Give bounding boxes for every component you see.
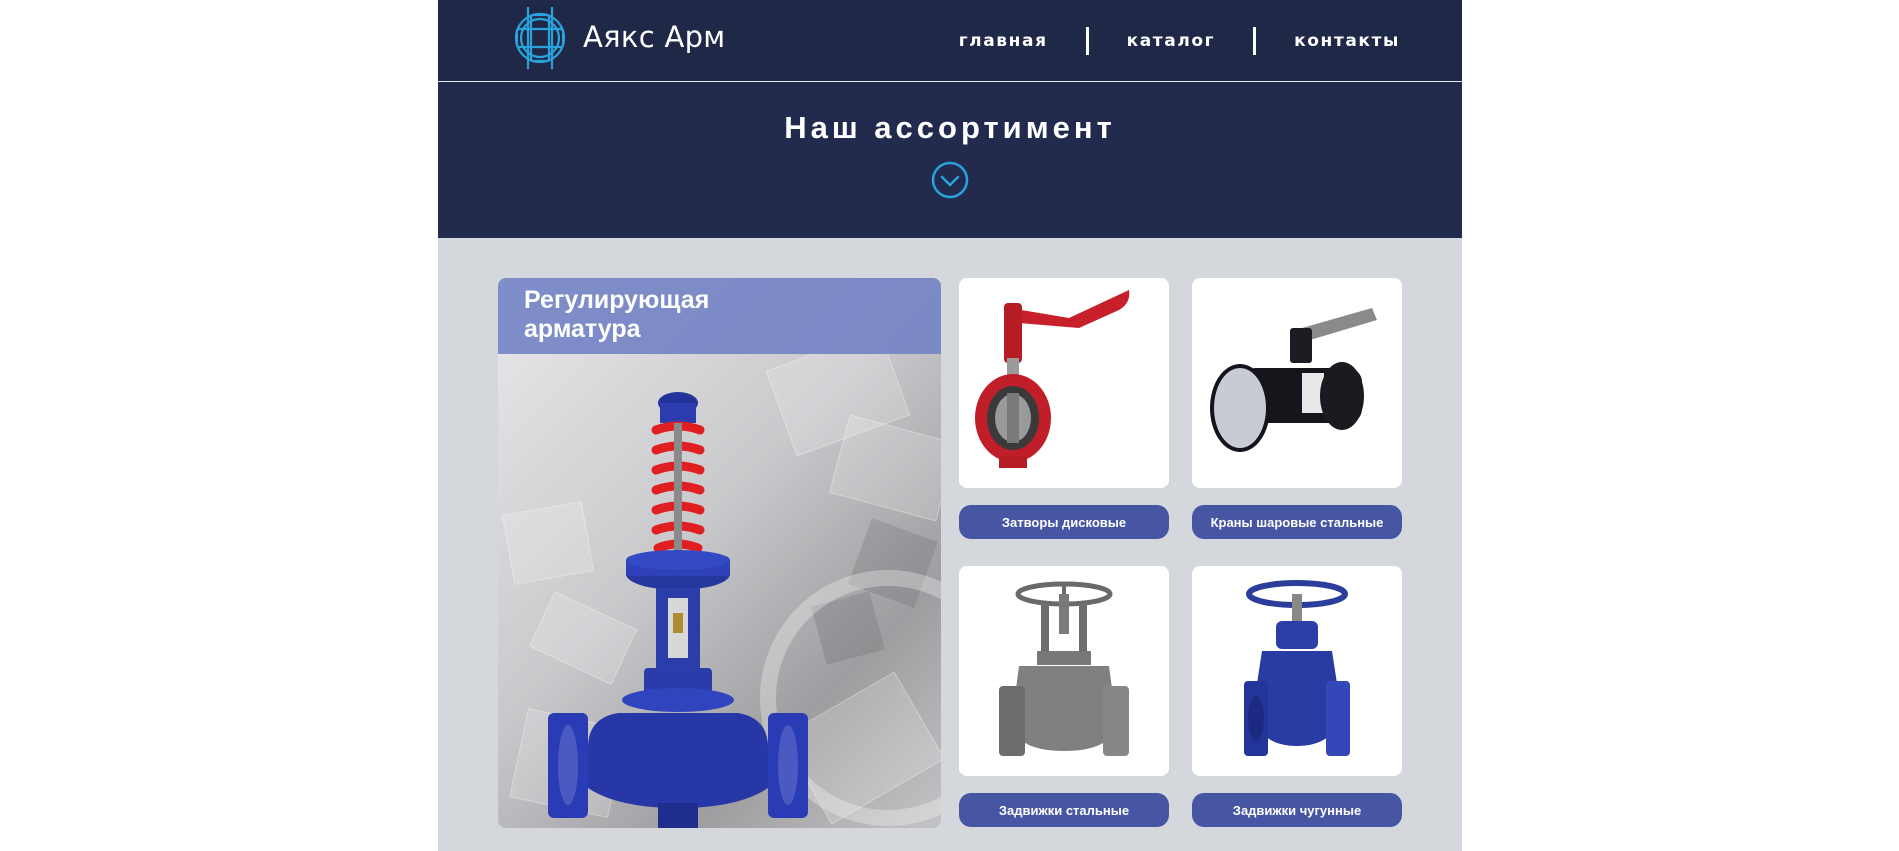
steel-gate-valve-image <box>999 581 1129 756</box>
brand-name[interactable]: Аякс Арм <box>583 20 726 54</box>
site-header: Аякс Арм главная каталог контакты <box>438 0 1462 82</box>
product-button-ball-valve[interactable]: Краны шаровые стальные <box>1192 505 1402 539</box>
featured-category-card[interactable]: Регулирующая арматура <box>498 278 941 828</box>
nav-divider <box>1085 26 1089 55</box>
section-title: Наш ассортимент <box>784 110 1116 145</box>
product-tile-butterfly[interactable] <box>959 278 1169 488</box>
product-button-butterfly[interactable]: Затворы дисковые <box>959 505 1169 539</box>
butterfly-valve-image <box>975 290 1130 468</box>
hero-section: Наш ассортимент <box>438 82 1462 238</box>
nav-item-home[interactable]: главная <box>959 31 1048 51</box>
nav-divider <box>1253 26 1257 55</box>
product-tile-ball-valve[interactable] <box>1192 278 1402 488</box>
product-button-cast-iron-gate[interactable]: Задвижки чугунные <box>1192 793 1402 827</box>
nav-item-catalog[interactable]: каталог <box>1127 31 1216 51</box>
control-valve-image <box>548 392 808 828</box>
product-tile-steel-gate[interactable] <box>959 566 1169 776</box>
chevron-down-circle-icon[interactable] <box>930 160 970 200</box>
product-tile-cast-iron-gate[interactable] <box>1192 566 1402 776</box>
page: Аякс Арм главная каталог контакты Наш ас… <box>438 0 1462 851</box>
cast-iron-gate-valve-image <box>1244 580 1350 756</box>
featured-card-title: Регулирующая арматура <box>524 286 710 343</box>
nav-item-contacts[interactable]: контакты <box>1294 31 1400 51</box>
featured-card-header: Регулирующая арматура <box>498 278 941 354</box>
product-button-steel-gate[interactable]: Задвижки стальные <box>959 793 1169 827</box>
valve-logo-icon[interactable] <box>510 5 570 71</box>
ball-valve-image <box>1210 308 1377 452</box>
main-nav: главная каталог контакты <box>959 0 1400 81</box>
